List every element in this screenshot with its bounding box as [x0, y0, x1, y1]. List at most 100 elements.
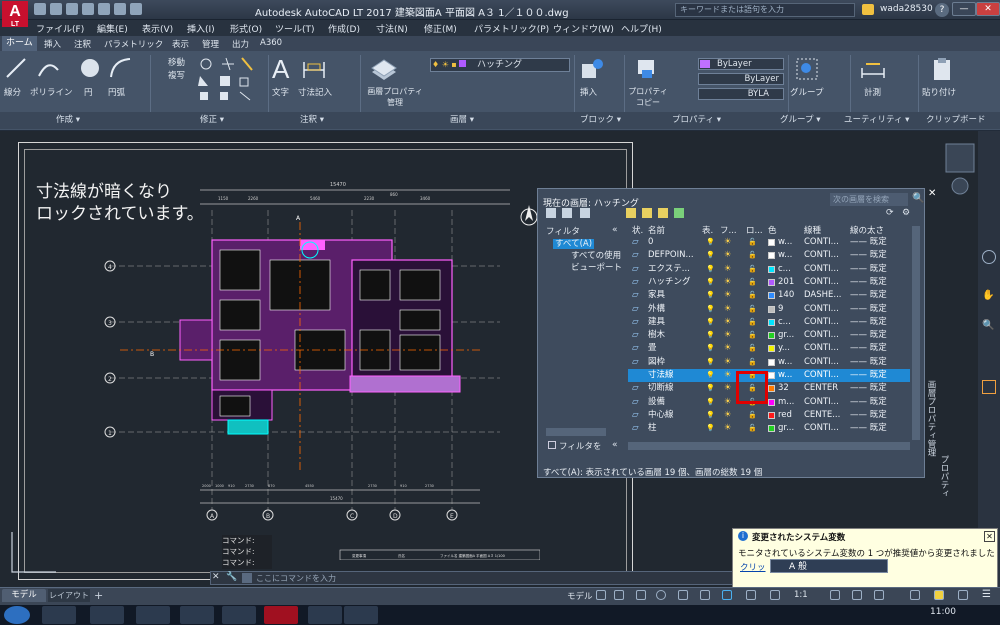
- lock-icon[interactable]: 🔓: [748, 276, 757, 289]
- bulb-icon[interactable]: 💡: [706, 382, 715, 395]
- sun-icon[interactable]: ☀: [724, 396, 732, 409]
- taskbar-paint-icon[interactable]: [344, 606, 378, 624]
- lock-icon[interactable]: 🔓: [748, 422, 757, 435]
- help-icon[interactable]: ?: [935, 3, 949, 17]
- lock-icon[interactable]: 🔓: [748, 356, 757, 369]
- color-swatch[interactable]: [768, 345, 775, 353]
- text-icon[interactable]: A: [272, 54, 289, 85]
- layer-row[interactable]: ▱ 切断線 💡 ☀ 🔓 32 CENTER —— 既定: [628, 382, 910, 395]
- undo-icon[interactable]: [114, 3, 126, 15]
- col-linetype[interactable]: 線種: [804, 224, 821, 236]
- sun-icon[interactable]: ☀: [724, 409, 732, 422]
- layer-name[interactable]: 建具: [648, 316, 665, 329]
- lock-icon[interactable]: 🔓: [748, 289, 757, 302]
- color-swatch[interactable]: [768, 305, 775, 313]
- menu-format[interactable]: 形式(O): [230, 22, 262, 35]
- layer-lineweight[interactable]: —— 既定: [850, 329, 887, 342]
- layer-row[interactable]: ▱ エクステ... 💡 ☀ 🔓 c... CONTI... —— 既定: [628, 263, 910, 276]
- start-button[interactable]: [4, 606, 30, 624]
- layer-lineweight[interactable]: —— 既定: [850, 316, 887, 329]
- taskbar-app-icon[interactable]: [222, 606, 256, 624]
- layer-name[interactable]: 外構: [648, 303, 665, 316]
- zoom-icon[interactable]: 🔍: [982, 320, 996, 334]
- notification-close-button[interactable]: ✕: [984, 531, 995, 542]
- bulb-icon[interactable]: 💡: [706, 316, 715, 329]
- taskbar-explorer-icon[interactable]: [136, 606, 170, 624]
- color-swatch[interactable]: [768, 332, 775, 340]
- sun-icon[interactable]: ☀: [724, 382, 732, 395]
- osnap-tracking-icon[interactable]: [700, 590, 710, 600]
- tab-a360[interactable]: A360: [260, 38, 282, 48]
- viewcube-icon[interactable]: [942, 140, 978, 200]
- layer-scrollbar[interactable]: [912, 226, 920, 440]
- panel-modify[interactable]: 修正 ▾: [200, 112, 224, 128]
- layer-name[interactable]: 設備: [648, 396, 665, 409]
- menu-draw[interactable]: 作成(D): [328, 22, 360, 35]
- bulb-icon[interactable]: 💡: [706, 356, 715, 369]
- layer-row[interactable]: ▱ 外構 💡 ☀ 🔓 9 CONTI... —— 既定: [628, 303, 910, 316]
- layer-linetype[interactable]: CONTI...: [804, 303, 839, 316]
- modify-icons[interactable]: [196, 56, 266, 104]
- taskbar-ie-icon[interactable]: [90, 606, 124, 624]
- layer-lineweight[interactable]: —— 既定: [850, 236, 887, 249]
- close-button[interactable]: ✕: [976, 2, 1000, 16]
- layer-lineweight[interactable]: —— 既定: [850, 276, 887, 289]
- menu-modify[interactable]: 修正(M): [424, 22, 457, 35]
- dimension-icon[interactable]: [302, 58, 326, 82]
- bulb-icon[interactable]: 💡: [706, 342, 715, 355]
- layer-name[interactable]: 図枠: [648, 356, 665, 369]
- layer-properties-icon[interactable]: [370, 58, 398, 82]
- tab-layout1[interactable]: レイアウト1: [48, 589, 90, 613]
- settings-icon[interactable]: ⚙: [902, 208, 912, 218]
- circle-icon[interactable]: [78, 56, 102, 80]
- plus-icon[interactable]: [852, 590, 862, 600]
- add-layout-button[interactable]: +: [94, 589, 103, 602]
- group-icon[interactable]: [794, 56, 820, 82]
- layer-color[interactable]: y...: [778, 342, 790, 355]
- layer-lineweight[interactable]: —— 既定: [850, 342, 887, 355]
- col-freeze[interactable]: フ...: [720, 224, 737, 236]
- taskbar-chrome-icon[interactable]: [180, 606, 214, 624]
- layer-name[interactable]: 中心線: [648, 409, 674, 422]
- layer-row[interactable]: ▱ DEFPOIN... 💡 ☀ 🔓 w... CONTI... —— 既定: [628, 249, 910, 262]
- sun-icon[interactable]: ☀: [724, 263, 732, 276]
- match-properties-icon[interactable]: [634, 56, 660, 82]
- col-name[interactable]: 名前: [648, 224, 665, 236]
- color-swatch[interactable]: [768, 278, 775, 286]
- menu-edit[interactable]: 編集(E): [97, 22, 128, 35]
- panel-draw[interactable]: 作成 ▾: [56, 112, 80, 128]
- layer-linetype[interactable]: CENTER: [804, 382, 838, 395]
- layer-row[interactable]: ▱ 畳 💡 ☀ 🔓 y... CONTI... —— 既定: [628, 342, 910, 355]
- layer-lineweight[interactable]: —— 既定: [850, 369, 887, 382]
- layer-lineweight[interactable]: —— 既定: [850, 422, 887, 435]
- user-name[interactable]: wada28530: [880, 4, 933, 14]
- bulb-icon[interactable]: 💡: [706, 396, 715, 409]
- layer-lineweight[interactable]: —— 既定: [850, 249, 887, 262]
- layer-name[interactable]: 切断線: [648, 382, 674, 395]
- layer-color[interactable]: c...: [778, 263, 791, 276]
- layer-linetype[interactable]: CONTI...: [804, 236, 839, 249]
- open-icon[interactable]: [50, 3, 62, 15]
- palette-close-icon[interactable]: ✕: [928, 188, 936, 199]
- color-swatch[interactable]: [768, 318, 775, 326]
- refresh-icon[interactable]: ⟳: [886, 208, 896, 218]
- customize-icon[interactable]: ☰: [982, 589, 991, 600]
- print-icon[interactable]: [98, 3, 110, 15]
- sun-icon[interactable]: ☀: [724, 249, 732, 262]
- collapse-tree-icon[interactable]: «: [612, 225, 618, 235]
- units-icon[interactable]: [874, 590, 884, 600]
- layer-row[interactable]: ▱ ハッチング 💡 ☀ 🔓 201 CONTI... —— 既定: [628, 276, 910, 289]
- bulb-icon[interactable]: 💡: [706, 276, 715, 289]
- save-icon[interactable]: [66, 3, 78, 15]
- layer-lineweight[interactable]: —— 既定: [850, 263, 887, 276]
- taskbar-media-icon[interactable]: [42, 606, 76, 624]
- sun-icon[interactable]: ☀: [724, 289, 732, 302]
- layer-linetype[interactable]: DASHE...: [804, 289, 841, 302]
- layer-name[interactable]: エクステ...: [648, 263, 690, 276]
- layer-lineweight[interactable]: —— 既定: [850, 382, 887, 395]
- tab-parametric[interactable]: パラメトリック: [104, 38, 163, 50]
- layer-color[interactable]: w...: [778, 369, 792, 382]
- color-swatch[interactable]: [768, 411, 775, 419]
- layer-row[interactable]: ▱ 建具 💡 ☀ 🔓 c... CONTI... —— 既定: [628, 316, 910, 329]
- layer-lineweight[interactable]: —— 既定: [850, 303, 887, 316]
